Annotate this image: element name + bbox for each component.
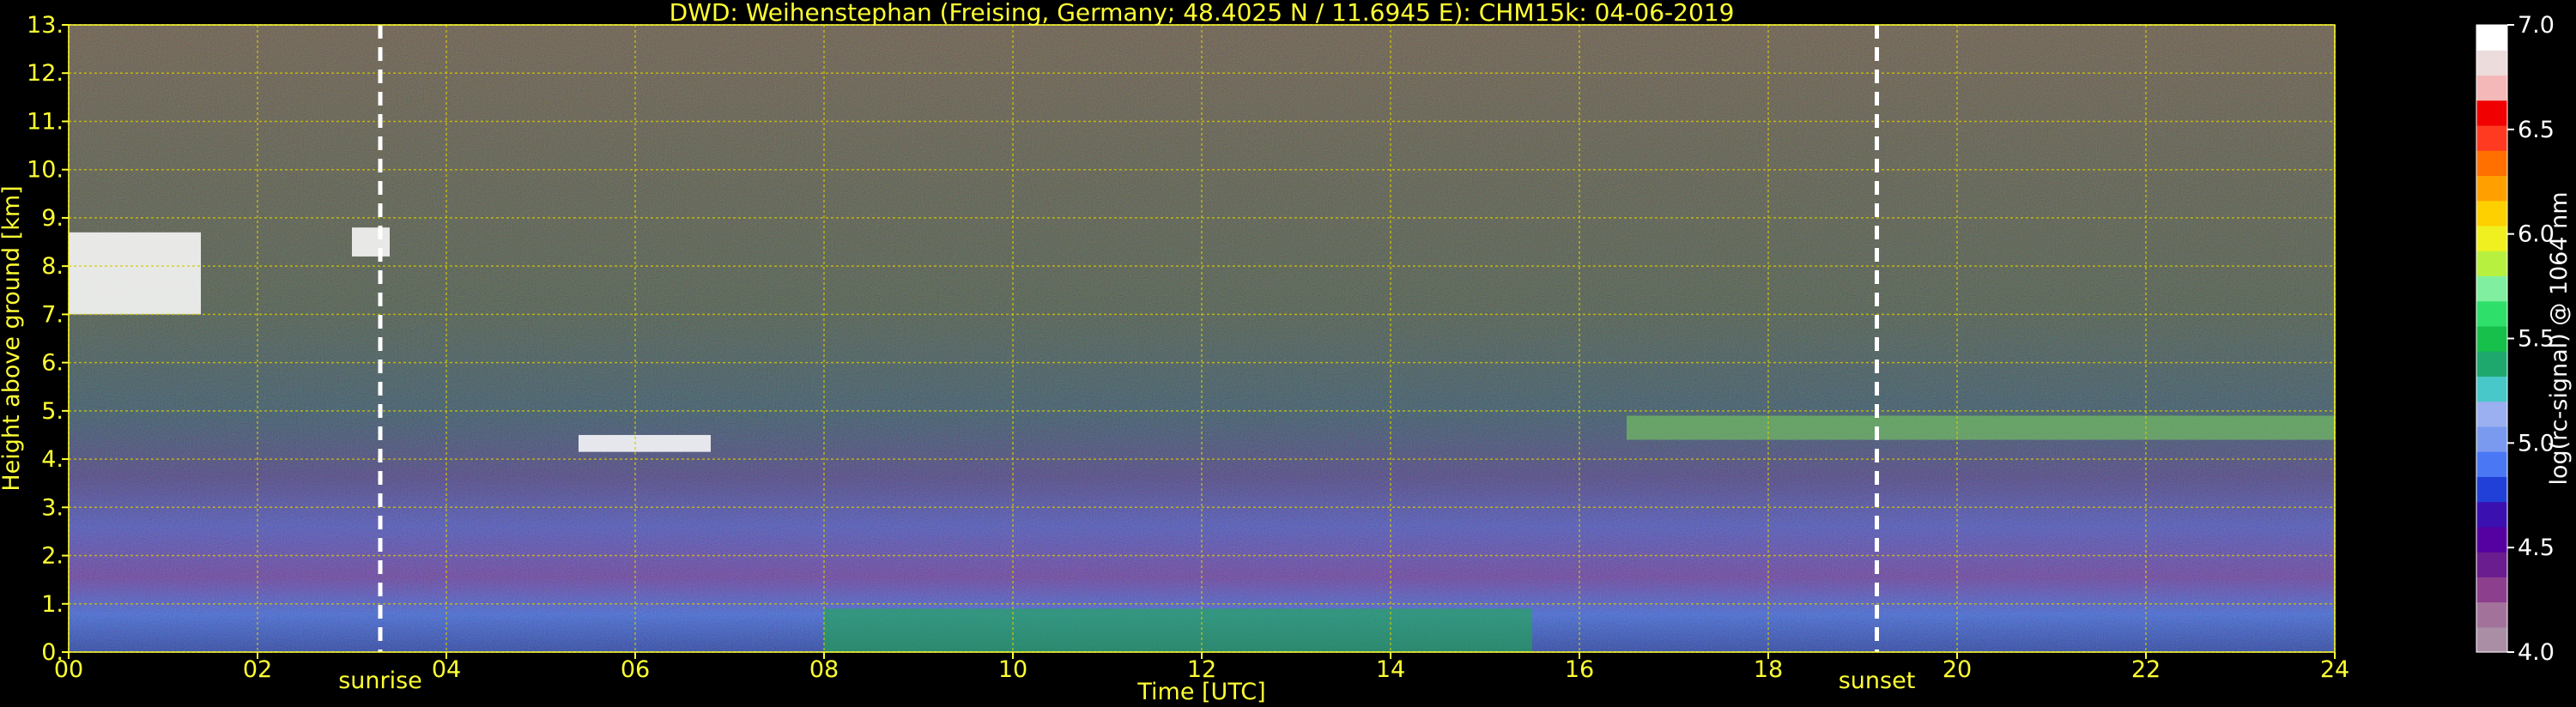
chart-title: DWD: Weihenstephan (Freising, Germany; 4… (670, 0, 1735, 27)
colorbar-segment (2476, 626, 2507, 653)
colorbar-segment (2476, 476, 2507, 503)
y-axis-label: Height above ground [km] (0, 185, 25, 491)
y-tick-label: 8. (41, 253, 64, 280)
colorbar-segment (2476, 25, 2507, 51)
x-tick-label: 04 (432, 656, 461, 683)
y-tick-label: 13. (27, 12, 64, 39)
y-tick-label: 3. (41, 494, 64, 521)
colorbar-segment (2476, 351, 2507, 377)
cloud-2 (579, 434, 711, 452)
colorbar-segment (2476, 426, 2507, 452)
colorbar-segment (2476, 251, 2507, 276)
colorbar-segment (2476, 124, 2507, 151)
y-tick-label: 10. (27, 157, 64, 184)
sunrise-label: sunrise (338, 668, 422, 694)
cloud-1 (352, 227, 390, 257)
colorbar-segment (2476, 451, 2507, 477)
colorbar-segment (2476, 325, 2507, 352)
colorbar-segment (2476, 577, 2507, 603)
colorbar-segment (2476, 50, 2507, 76)
x-tick-label: 18 (1754, 656, 1783, 683)
colorbar-segment (2476, 225, 2507, 251)
y-tick-label: 2. (41, 543, 64, 570)
colorbar-segment (2476, 100, 2507, 126)
x-tick-label: 22 (2131, 656, 2161, 683)
x-tick-label: 06 (621, 656, 650, 683)
colorbar-segment (2476, 601, 2507, 628)
x-tick-label: 24 (2320, 656, 2349, 683)
sunset-label: sunset (1839, 668, 1916, 694)
colorbar-tick-label: 6.5 (2518, 117, 2555, 143)
colorbar-segment (2476, 552, 2507, 577)
colorbar-segment (2476, 150, 2507, 177)
colorbar-segment (2476, 200, 2507, 227)
y-tick-label: 0. (41, 639, 64, 666)
lidar-heatmap-chart: DWD: Weihenstephan (Freising, Germany; 4… (0, 0, 2573, 705)
cloud-0 (69, 232, 201, 315)
x-tick-label: 02 (243, 656, 272, 683)
y-tick-label: 12. (27, 60, 64, 87)
y-tick-label: 1. (41, 591, 64, 618)
colorbar-segment (2476, 501, 2507, 528)
colorbar-segment (2476, 275, 2507, 302)
colorbar: 4.04.55.05.56.06.57.0 (2476, 12, 2555, 666)
colorbar-segment (2476, 300, 2507, 327)
y-tick-label: 11. (27, 108, 64, 135)
x-tick-label: 16 (1565, 656, 1594, 683)
colorbar-tick-label: 7.0 (2518, 12, 2555, 39)
x-tick-label: 14 (1376, 656, 1405, 683)
y-tick-label: 6. (41, 350, 64, 377)
x-axis-label: Time [UTC] (1136, 679, 1265, 705)
elevated-layer-4 (1627, 415, 2335, 440)
colorbar-segment (2476, 526, 2507, 553)
colorbar-tick-label: 4.0 (2518, 639, 2555, 666)
colorbar-tick-label: 4.5 (2518, 535, 2555, 561)
y-tick-label: 9. (41, 205, 64, 232)
x-tick-label: 20 (1943, 656, 1972, 683)
x-tick-label: 08 (809, 656, 839, 683)
colorbar-segment (2476, 401, 2507, 427)
y-tick-label: 7. (41, 301, 64, 328)
colorbar-label: log(rc-signal) @ 1064 nm (2546, 191, 2573, 485)
colorbar-segment (2476, 175, 2507, 202)
aerosol-layer-3 (824, 608, 1532, 652)
x-tick-label: 10 (998, 656, 1027, 683)
colorbar-segment (2476, 75, 2507, 101)
colorbar-segment (2476, 376, 2507, 402)
y-tick-label: 5. (41, 398, 64, 425)
y-tick-label: 4. (41, 446, 64, 473)
